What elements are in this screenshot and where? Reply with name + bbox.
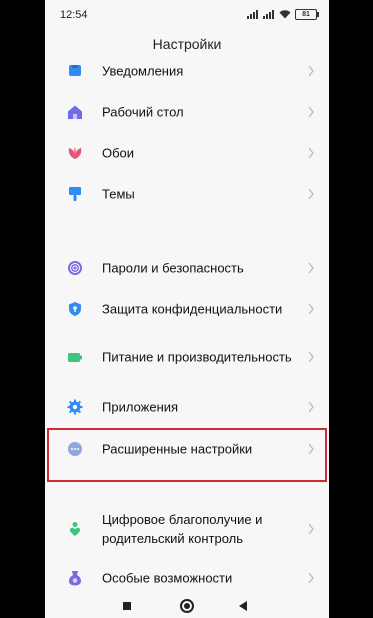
home-icon — [68, 105, 82, 119]
signal-icon — [263, 10, 275, 19]
shield-icon — [69, 302, 81, 316]
chevron-right-icon — [308, 65, 314, 77]
page-title: Настройки — [152, 36, 222, 52]
chevron-right-icon — [308, 147, 314, 159]
clock: 12:54 — [60, 9, 88, 21]
settings-item-label: Уведомления — [102, 63, 184, 79]
settings-item-wallpaper[interactable]: Обои — [45, 133, 329, 173]
theme-icon — [69, 187, 81, 201]
settings-item-themes[interactable]: Темы — [45, 174, 329, 214]
notification-icon — [69, 65, 81, 76]
settings-item-label: Особые возможности — [102, 570, 233, 586]
gear-icon — [67, 399, 83, 415]
home-button-icon[interactable] — [180, 599, 194, 613]
status-bar: 12:54 81 — [45, 0, 329, 30]
chevron-right-icon — [308, 401, 314, 413]
wallpaper-icon — [68, 147, 82, 159]
fingerprint-icon — [68, 261, 82, 275]
settings-item-passwords-security[interactable]: Пароли и безопасность — [45, 248, 329, 288]
settings-item-desktop[interactable]: Рабочий стол — [45, 92, 329, 132]
settings-item-label: Темы — [102, 186, 135, 202]
navigation-bar — [45, 592, 329, 618]
settings-item-privacy[interactable]: Защита конфиденциальности — [45, 289, 329, 329]
settings-item-label: Обои — [102, 145, 135, 161]
chevron-right-icon — [308, 262, 314, 274]
chevron-right-icon — [308, 106, 314, 118]
system-icons: 81 — [247, 9, 319, 20]
settings-item-power-performance[interactable]: Питание и производительность — [45, 337, 329, 377]
settings-item-label: Цифровое благополучие и родительский кон… — [102, 512, 263, 546]
back-icon[interactable] — [239, 601, 247, 611]
settings-item-label: Рабочий стол — [102, 104, 184, 120]
settings-item-label: Пароли и безопасность — [102, 260, 244, 276]
settings-item-apps[interactable]: Приложения — [45, 387, 329, 427]
settings-item-notifications[interactable]: Уведомления — [45, 51, 329, 91]
chevron-right-icon — [308, 351, 314, 363]
signal-icon — [247, 10, 259, 19]
settings-item-digital-wellbeing[interactable]: Цифровое благополучие и родительский кон… — [45, 509, 329, 549]
chevron-right-icon — [308, 523, 314, 535]
chevron-right-icon — [308, 572, 314, 584]
battery-icon — [68, 353, 82, 362]
settings-item-label: Приложения — [102, 399, 179, 415]
accessibility-icon — [69, 571, 81, 586]
settings-item-label: Питание и производительность — [102, 349, 292, 365]
phone-screen: 12:54 81 Настройки Уведомления Рабочий с… — [45, 0, 329, 618]
wifi-icon — [279, 10, 291, 19]
chevron-right-icon — [308, 188, 314, 200]
wellbeing-icon — [69, 522, 81, 536]
chevron-right-icon — [308, 303, 314, 315]
highlight-frame — [47, 428, 327, 482]
battery-icon: 81 — [295, 9, 319, 20]
settings-item-label: Защита конфиденциальности — [102, 301, 283, 317]
recents-icon[interactable] — [123, 602, 131, 610]
